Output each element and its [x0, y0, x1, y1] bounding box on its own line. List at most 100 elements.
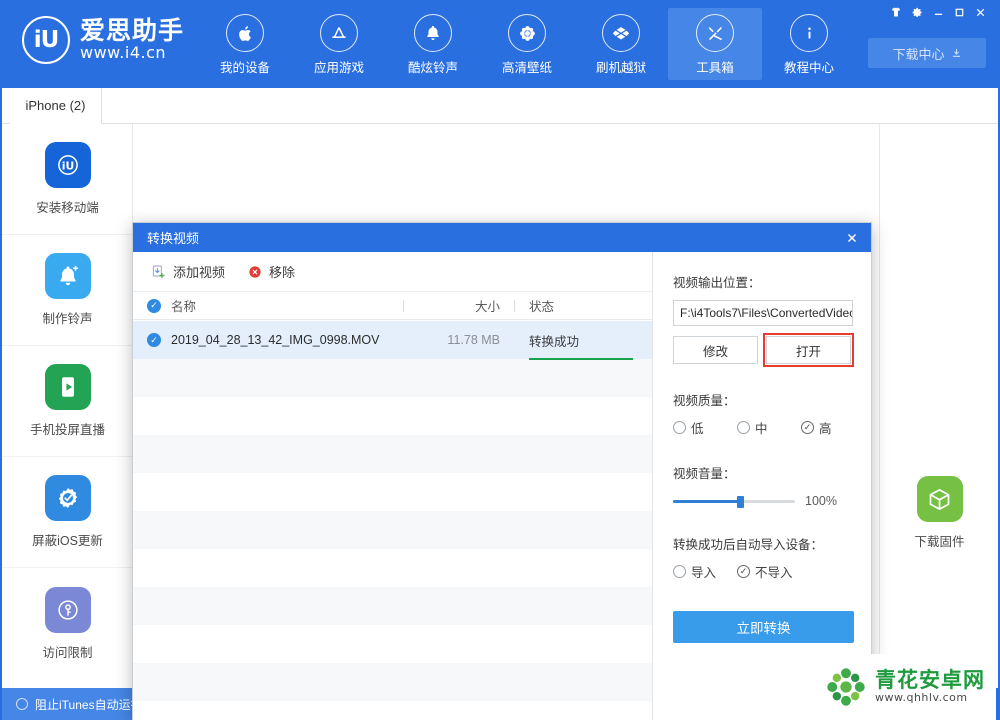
ringtone-bell-icon — [44, 253, 91, 299]
list-item — [133, 587, 652, 625]
toggle-circle-icon — [16, 698, 28, 710]
sidebar-item-label: 手机投屏直播 — [29, 423, 105, 437]
dialog-titlebar: 转换视频 — [133, 223, 871, 252]
modify-path-button[interactable]: 修改 — [673, 336, 758, 364]
row-checkbox[interactable]: ✓ — [147, 333, 161, 347]
radio-icon-selected: ✓ — [737, 565, 750, 578]
sidebar-item-label: 访问限制 — [42, 645, 93, 660]
site-watermark: 青花安卓网 www.qhhlv.com — [810, 654, 996, 720]
nav-label: 工具箱 — [696, 61, 734, 75]
device-tab-strip: iPhone (2) — [2, 88, 998, 124]
nav-item-wallpapers[interactable]: 高清壁纸 — [480, 8, 574, 80]
column-name: ✓ 名称 — [133, 296, 403, 315]
file-list-header: ✓ 名称 大小 状态 — [133, 292, 652, 320]
app-window: iU 爱思助手 www.i4.cn 我的设备 应用游戏 酷炫铃声 高清壁纸 刷机… — [0, 0, 1000, 720]
gear-icon[interactable] — [907, 3, 927, 21]
nav-label: 刷机越狱 — [595, 61, 646, 75]
output-buttons: 修改 打开 — [673, 333, 854, 367]
radio-icon — [673, 565, 686, 578]
auto-import-option-yes[interactable]: 导入 — [673, 562, 727, 581]
download-arrow-icon — [952, 48, 960, 57]
add-video-label: 添加视频 — [173, 265, 226, 280]
output-path-input[interactable]: F:\i4Tools7\Files\ConvertedVideo — [673, 300, 853, 326]
quality-option-low[interactable]: 低 — [673, 418, 727, 437]
list-item — [133, 397, 652, 435]
watermark-title: 青花安卓网 — [875, 668, 985, 692]
open-folder-button[interactable]: 打开 — [763, 333, 854, 367]
brand-url: www.i4.cn — [80, 42, 167, 62]
video-volume-label: 视频音量： — [673, 467, 736, 481]
dialog-title: 转换视频 — [147, 231, 200, 246]
sidebar-item-restrictions[interactable]: 访问限制 — [2, 568, 133, 679]
watermark-logo-icon — [827, 668, 865, 706]
select-all-checkbox[interactable]: ✓ — [147, 298, 161, 313]
auto-import-label: 转换成功后自动导入设备： — [673, 538, 824, 552]
sidebar-item-block-ios-update[interactable]: 屏蔽iOS更新 — [2, 457, 133, 568]
volume-slider-fill — [673, 499, 741, 503]
sidebar-item-make-ringtone[interactable]: 制作铃声 — [2, 235, 133, 346]
quality-option-high[interactable]: ✓ 高 — [801, 418, 855, 437]
radio-icon-selected: ✓ — [801, 421, 814, 434]
nav-label: 教程中心 — [783, 61, 834, 75]
video-quality-label: 视频质量： — [673, 394, 736, 408]
volume-slider-row: 100% — [673, 494, 851, 508]
tab-iphone[interactable]: iPhone (2) — [10, 88, 102, 124]
dialog-close-icon[interactable] — [833, 223, 871, 252]
brand-logo[interactable]: iU 爱思助手 www.i4.cn — [22, 16, 184, 64]
block-itunes-toggle[interactable]: 阻止iTunes自动运行 — [2, 696, 143, 713]
volume-slider[interactable] — [673, 495, 795, 508]
nav-item-ringtones[interactable]: 酷炫铃声 — [386, 8, 480, 80]
radio-icon — [737, 421, 750, 434]
sidebar-item-label: 安装移动端 — [36, 201, 99, 215]
flower-icon — [508, 14, 546, 52]
quality-option-medium[interactable]: 中 — [737, 418, 791, 437]
sidebar-item-screen-mirror[interactable]: 手机投屏直播 — [2, 346, 133, 457]
row-state-label: 转换成功 — [529, 334, 580, 349]
auto-import-option-no[interactable]: ✓ 不导入 — [737, 562, 807, 581]
rail-item-download-firmware[interactable]: 下载固件 — [880, 476, 999, 550]
quality-option-label: 高 — [819, 422, 832, 436]
skin-icon[interactable] — [886, 3, 906, 21]
volume-slider-handle[interactable] — [737, 495, 744, 508]
list-item — [133, 625, 652, 663]
close-icon[interactable] — [970, 3, 990, 21]
nav-item-tutorials[interactable]: 教程中心 — [762, 8, 856, 80]
content-area: iU 安装移动端 制作铃声 手机投屏直播 屏蔽iOS更新 访问限制 下载固件 转… — [2, 124, 999, 720]
tools-icon — [696, 14, 734, 52]
nav-item-toolbox[interactable]: 工具箱 — [668, 8, 762, 80]
screen-mirror-icon — [44, 364, 91, 410]
nav-item-my-device[interactable]: 我的设备 — [198, 8, 292, 80]
list-item — [133, 549, 652, 587]
block-update-icon — [44, 475, 91, 521]
add-video-button[interactable]: 添加视频 — [151, 262, 225, 281]
watermark-url: www.qhhlv.com — [875, 691, 968, 705]
box-open-icon — [602, 14, 640, 52]
brand-mark: iU — [33, 27, 60, 53]
download-center-button[interactable]: 下载中心 — [868, 38, 986, 68]
minimize-icon[interactable] — [928, 3, 948, 21]
i4-app-icon: iU — [44, 142, 91, 188]
block-itunes-label: 阻止iTunes自动运行 — [35, 697, 143, 712]
auto-import-radios: 导入 ✓ 不导入 — [673, 562, 851, 581]
sidebar-item-label: 制作铃声 — [42, 312, 93, 326]
video-quality-radios: 低 中 ✓ 高 — [673, 418, 851, 437]
column-size: 大小 — [474, 300, 500, 314]
window-controls — [886, 3, 990, 21]
output-location-label: 视频输出位置： — [673, 276, 761, 290]
quality-option-label: 中 — [755, 422, 768, 436]
toolbox-sidebar: iU 安装移动端 制作铃声 手机投屏直播 屏蔽iOS更新 访问限制 — [2, 124, 133, 688]
remove-label: 移除 — [269, 265, 296, 280]
maximize-icon[interactable] — [949, 3, 969, 21]
nav-item-flash-jailbreak[interactable]: 刷机越狱 — [574, 8, 668, 80]
dialog-body: 添加视频 移除 ✓ 名称 大小 状态 ✓ 2019_04_28_13_42_IM… — [133, 252, 871, 720]
file-rows: ✓ 2019_04_28_13_42_IMG_0998.MOV 11.78 MB… — [133, 321, 652, 720]
remove-button[interactable]: 移除 — [247, 262, 295, 281]
apple-icon — [226, 14, 264, 52]
restrictions-key-icon — [44, 586, 91, 633]
appstore-icon — [320, 14, 358, 52]
convert-now-button[interactable]: 立即转换 — [673, 611, 854, 643]
table-row[interactable]: ✓ 2019_04_28_13_42_IMG_0998.MOV 11.78 MB… — [133, 321, 652, 360]
nav-item-apps-games[interactable]: 应用游戏 — [292, 8, 386, 80]
sidebar-item-install-mobile[interactable]: iU 安装移动端 — [2, 124, 133, 235]
list-item — [133, 359, 652, 397]
